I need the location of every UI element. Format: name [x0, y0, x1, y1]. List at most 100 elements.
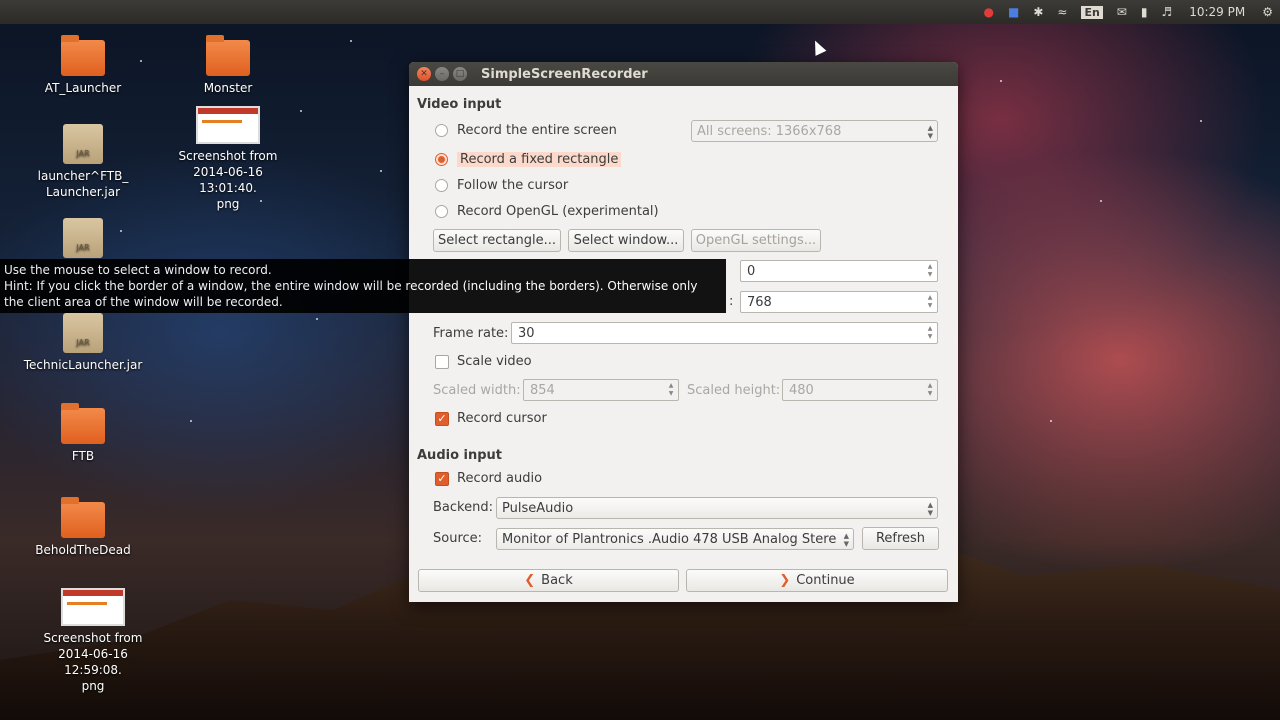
- backend-label: Backend:: [433, 500, 493, 515]
- desktop-icon-technic-launcher[interactable]: JAR TechnicLauncher.jar: [18, 313, 148, 373]
- jar-file-icon: JAR: [63, 124, 103, 164]
- desktop-icon-label: Screenshot from: [43, 631, 143, 645]
- select-window-tooltip: Use the mouse to select a window to reco…: [0, 259, 726, 313]
- desktop-icon-screenshot-1[interactable]: Screenshot from 2014-06-16 13:01:40. png: [163, 106, 293, 212]
- tooltip-line: Use the mouse to select a window to reco…: [4, 263, 272, 277]
- backend-select[interactable]: PulseAudio ▲ ▼: [496, 497, 938, 519]
- record-cursor-checkbox[interactable]: ✓: [435, 411, 449, 426]
- refresh-button[interactable]: Refresh: [862, 527, 939, 550]
- desktop-icon-jar-hidden[interactable]: JAR: [18, 218, 148, 262]
- indicator-app-icon[interactable]: ●: [976, 0, 1000, 24]
- scaled-height-field[interactable]: 480 ▲ ▼: [782, 379, 938, 401]
- desktop-icon-label: Launcher.jar: [45, 185, 121, 199]
- tooltip-line: Hint: If you click the border of a windo…: [4, 279, 698, 293]
- desktop-icon-label: 2014-06-16 13:01:40.: [193, 165, 263, 195]
- desktop-icon-label: Screenshot from: [178, 149, 278, 163]
- radio-record-fixed-rectangle[interactable]: Record a fixed rectangle: [435, 152, 622, 167]
- radio-button[interactable]: [435, 153, 448, 166]
- desktop-icon-behold-the-dead[interactable]: BeholdTheDead: [18, 497, 148, 558]
- combo-arrows-icon: ▲ ▼: [927, 124, 933, 140]
- desktop-icon-ftb-launcher-jar[interactable]: JAR launcher^FTB_ Launcher.jar: [18, 124, 148, 200]
- select-rectangle-button[interactable]: Select rectangle...: [433, 229, 561, 252]
- chevron-right-icon: ❯: [779, 573, 791, 588]
- backend-select-value: PulseAudio: [502, 500, 574, 516]
- chevron-left-icon: ❮: [524, 573, 536, 588]
- desktop-icon-monster[interactable]: Monster: [163, 35, 293, 96]
- scaled-height-label: Scaled height:: [687, 383, 781, 398]
- scale-video-checkbox-row[interactable]: Scale video: [435, 354, 532, 369]
- audio-input-heading: Audio input: [417, 448, 503, 463]
- radio-button[interactable]: [435, 124, 448, 137]
- jar-tag: JAR: [76, 149, 90, 158]
- radio-label: Follow the cursor: [457, 178, 569, 193]
- screen-select[interactable]: All screens: 1366x768 ▲ ▼: [691, 120, 938, 142]
- window-title: SimpleScreenRecorder: [481, 66, 648, 82]
- back-button[interactable]: ❮ Back: [418, 569, 679, 592]
- video-input-heading: Video input: [417, 97, 502, 112]
- desktop-icon-label: png: [216, 197, 240, 211]
- select-window-button[interactable]: Select window...: [568, 229, 684, 252]
- radio-record-entire-screen[interactable]: Record the entire screen: [435, 123, 617, 138]
- record-cursor-label: Record cursor: [457, 411, 547, 426]
- frame-rate-label: Frame rate:: [433, 326, 509, 341]
- record-cursor-checkbox-row[interactable]: ✓ Record cursor: [435, 411, 547, 426]
- desktop-icon-at-launcher[interactable]: AT_Launcher: [18, 35, 148, 96]
- volume-icon[interactable]: ♬: [1154, 0, 1179, 24]
- record-audio-checkbox-row[interactable]: ✓ Record audio: [435, 471, 542, 486]
- radio-button[interactable]: [435, 179, 448, 192]
- radio-record-opengl[interactable]: Record OpenGL (experimental): [435, 204, 659, 219]
- combo-arrows-icon: ▲ ▼: [843, 532, 849, 548]
- frame-rate-value: 30: [518, 325, 535, 341]
- frame-rate-field[interactable]: 30 ▲ ▼: [511, 322, 938, 344]
- scale-video-checkbox[interactable]: [435, 354, 449, 369]
- indicator-app-icon-2[interactable]: ■: [1001, 0, 1026, 24]
- top-offset-field[interactable]: 0 ▲ ▼: [740, 260, 938, 282]
- mail-icon[interactable]: ✉: [1110, 0, 1134, 24]
- spinner-arrows-icon[interactable]: ▲ ▼: [925, 325, 935, 341]
- keyboard-indicator-label: En: [1081, 5, 1103, 19]
- back-button-label: Back: [541, 573, 573, 588]
- image-thumbnail-icon: [61, 588, 125, 626]
- gear-icon[interactable]: ⚙: [1255, 0, 1280, 24]
- simplescreenrecorder-window: ✕ – □ SimpleScreenRecorder Video input R…: [409, 62, 958, 602]
- keyboard-indicator[interactable]: En: [1074, 0, 1109, 24]
- clock[interactable]: 10:29 PM: [1179, 0, 1255, 24]
- spinner-arrows-icon: ▲ ▼: [668, 382, 674, 397]
- folder-icon: [206, 35, 250, 76]
- jar-file-icon: JAR: [63, 218, 103, 258]
- wifi-icon[interactable]: ≈: [1050, 0, 1074, 24]
- continue-button[interactable]: ❯ Continue: [686, 569, 948, 592]
- radio-label: Record the entire screen: [457, 123, 617, 138]
- close-icon[interactable]: ✕: [417, 67, 431, 81]
- desktop-icon-label: 2014-06-16 12:59:08.: [58, 647, 128, 677]
- battery-icon[interactable]: ▮: [1134, 0, 1155, 24]
- source-select[interactable]: Monitor of Plantronics .Audio 478 USB An…: [496, 528, 854, 550]
- folder-icon: [61, 497, 105, 538]
- mouse-pointer-icon: [809, 38, 827, 56]
- top-offset-value: 0: [747, 263, 756, 279]
- minimize-icon[interactable]: –: [435, 67, 449, 81]
- record-audio-checkbox[interactable]: ✓: [435, 471, 449, 486]
- record-audio-label: Record audio: [457, 471, 543, 486]
- source-label: Source:: [433, 531, 483, 546]
- scaled-width-label: Scaled width:: [433, 383, 521, 398]
- radio-label: Record OpenGL (experimental): [457, 204, 659, 219]
- opengl-settings-button[interactable]: OpenGL settings...: [691, 229, 821, 252]
- height-field[interactable]: 768 ▲ ▼: [740, 291, 938, 313]
- scaled-width-value: 854: [530, 382, 555, 398]
- desktop-icon-ftb[interactable]: FTB: [18, 403, 148, 464]
- scaled-height-value: 480: [789, 382, 814, 398]
- window-titlebar[interactable]: ✕ – □ SimpleScreenRecorder: [409, 62, 958, 86]
- radio-button[interactable]: [435, 205, 448, 218]
- source-select-value: Monitor of Plantronics .Audio 478 USB An…: [502, 531, 837, 547]
- bluetooth-icon[interactable]: ✱: [1026, 0, 1050, 24]
- scaled-width-field[interactable]: 854 ▲ ▼: [523, 379, 679, 401]
- height-label: :: [729, 294, 734, 309]
- spinner-arrows-icon[interactable]: ▲ ▼: [925, 263, 935, 279]
- maximize-icon[interactable]: □: [453, 67, 467, 81]
- radio-follow-cursor[interactable]: Follow the cursor: [435, 178, 568, 193]
- spinner-arrows-icon[interactable]: ▲ ▼: [925, 294, 935, 310]
- tooltip-line: the client area of the window will be re…: [4, 295, 283, 309]
- desktop-icon-screenshot-2[interactable]: Screenshot from 2014-06-16 12:59:08. png: [28, 588, 158, 694]
- scale-video-label: Scale video: [457, 354, 532, 369]
